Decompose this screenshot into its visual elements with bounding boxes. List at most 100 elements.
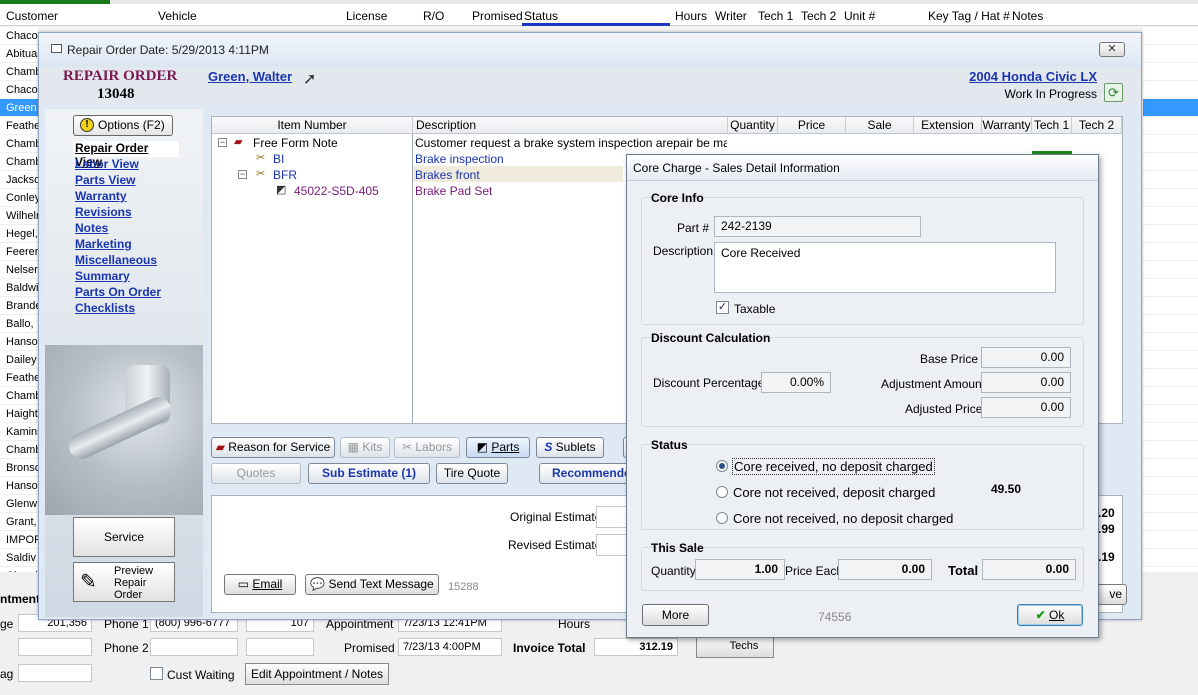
col-promised[interactable]: Promised bbox=[472, 9, 523, 23]
collapse-icon[interactable]: − bbox=[238, 170, 247, 179]
promised-field[interactable]: 7/23/13 4:00PM bbox=[398, 638, 502, 656]
customer-list-item[interactable]: Hanso bbox=[0, 477, 38, 495]
customer-list-item[interactable]: Chamb bbox=[0, 153, 38, 171]
customer-list-item[interactable]: Jackso bbox=[0, 171, 38, 189]
col-customer[interactable]: Customer bbox=[6, 9, 58, 23]
core-received-label[interactable]: Core received, no deposit charged bbox=[732, 458, 935, 475]
col-unit[interactable]: Unit # bbox=[844, 9, 875, 23]
service-intelligence-button[interactable]: Service Intelligence bbox=[73, 517, 175, 582]
gh-tech1[interactable]: Tech 1 bbox=[1032, 117, 1072, 134]
nav-warranty[interactable]: Warranty bbox=[75, 189, 179, 205]
send-text-button[interactable]: 💬 Send Text Message bbox=[305, 574, 439, 595]
customer-list-item[interactable]: Chaco bbox=[0, 81, 38, 99]
part-number-field[interactable]: 242-2139 bbox=[714, 216, 921, 237]
gh-item-number[interactable]: Item Number bbox=[212, 117, 413, 134]
customer-list-item[interactable]: Saldiv bbox=[0, 549, 38, 567]
col-ro[interactable]: R/O bbox=[423, 9, 444, 23]
reason-for-service-button[interactable]: ▰ Reason for Service bbox=[211, 437, 335, 458]
col-notes[interactable]: Notes bbox=[1012, 9, 1043, 23]
customer-list-item[interactable]: Baldwi bbox=[0, 279, 38, 297]
col-license[interactable]: License bbox=[346, 9, 387, 23]
customer-list-item[interactable]: Hanso bbox=[0, 333, 38, 351]
quantity-field[interactable]: 1.00 bbox=[695, 559, 785, 580]
customer-list-item[interactable]: Chamb bbox=[0, 135, 38, 153]
options-button[interactable]: ! Options (F2) bbox=[73, 115, 173, 136]
radio-core-received[interactable] bbox=[716, 460, 728, 472]
gh-quantity[interactable]: Quantity bbox=[728, 117, 778, 134]
col-keytag[interactable]: Key Tag / Hat # bbox=[928, 9, 1010, 23]
customer-list-item[interactable]: Haight bbox=[0, 405, 38, 423]
recommended-button[interactable]: Recommende bbox=[539, 463, 639, 484]
customer-list-item[interactable]: Conley bbox=[0, 189, 38, 207]
sublets-button[interactable]: S Sublets bbox=[536, 437, 604, 458]
nav-parts-on-order[interactable]: Parts On Order bbox=[75, 285, 179, 301]
customer-list-item[interactable]: Feerer bbox=[0, 243, 38, 261]
col-tech1[interactable]: Tech 1 bbox=[758, 9, 793, 23]
customer-list-item[interactable]: Brande bbox=[0, 297, 38, 315]
base-price-field[interactable]: 0.00 bbox=[981, 347, 1071, 368]
customer-list-item[interactable]: Feathe bbox=[0, 117, 38, 135]
core-not-received-no-deposit-label[interactable]: Core not received, no deposit charged bbox=[733, 511, 953, 526]
customer-list-item[interactable]: Chamb bbox=[0, 63, 38, 81]
nav-miscellaneous[interactable]: Miscellaneous bbox=[75, 253, 179, 269]
gh-price[interactable]: Price bbox=[778, 117, 846, 134]
taxable-checkbox[interactable]: ✓ bbox=[716, 301, 729, 314]
customer-list-item[interactable]: Grant, bbox=[0, 513, 38, 531]
row-description[interactable]: Customer request a brake system inspecti… bbox=[415, 135, 727, 151]
customer-list-item[interactable]: Chamb bbox=[0, 387, 38, 405]
kits-button[interactable]: ▦ Kits bbox=[340, 437, 390, 458]
radio-core-not-received-no-deposit[interactable] bbox=[716, 512, 728, 524]
customer-list-item[interactable]: Kamins bbox=[0, 423, 38, 441]
description-field[interactable]: Core Received bbox=[714, 242, 1056, 293]
phone2-field[interactable] bbox=[150, 638, 238, 656]
customer-list-item[interactable]: Feathe bbox=[0, 369, 38, 387]
customer-list-item[interactable]: Hegel, bbox=[0, 225, 38, 243]
gh-warranty[interactable]: Warranty bbox=[982, 117, 1032, 134]
customer-list-item[interactable]: Chaco bbox=[0, 27, 38, 45]
nav-summary[interactable]: Summary bbox=[75, 269, 179, 285]
sub-estimate-button[interactable]: Sub Estimate (1) bbox=[308, 463, 430, 484]
adjustment-amount-field[interactable]: 0.00 bbox=[981, 372, 1071, 393]
labors-button[interactable]: ✂ Labors bbox=[394, 437, 460, 458]
row-item[interactable]: BI bbox=[273, 151, 284, 167]
radio-core-not-received-deposit[interactable] bbox=[716, 486, 728, 498]
nav-checklists[interactable]: Checklists bbox=[75, 301, 179, 317]
row-item[interactable]: Free Form Note bbox=[253, 135, 338, 151]
row-description[interactable]: Brakes front bbox=[415, 167, 480, 183]
col-tech2[interactable]: Tech 2 bbox=[801, 9, 836, 23]
quotes-button[interactable]: Quotes bbox=[211, 463, 301, 484]
row-description[interactable]: Brake Pad Set bbox=[415, 183, 492, 199]
row-item[interactable]: BFR bbox=[273, 167, 297, 183]
customer-list-item[interactable]: IMPOR bbox=[0, 531, 38, 549]
customer-list-item[interactable]: Glenw bbox=[0, 495, 38, 513]
row-description[interactable]: Brake inspection bbox=[415, 151, 504, 167]
customer-list-item[interactable]: Bronsc bbox=[0, 459, 38, 477]
nav-repair-order-view[interactable]: Repair Order View bbox=[73, 141, 179, 169]
customer-list-item[interactable]: Wilhelr bbox=[0, 207, 38, 225]
save-button[interactable]: ve bbox=[1095, 584, 1127, 605]
gh-sale[interactable]: Sale bbox=[846, 117, 914, 134]
customer-list-item[interactable]: Ballo, bbox=[0, 315, 38, 333]
ok-button[interactable]: ✔ Ok bbox=[1017, 604, 1083, 626]
nav-parts-view[interactable]: Parts View bbox=[75, 173, 179, 189]
background-customer-list[interactable]: Chaco Abitua Chamb Chaco Green Feathe Chamb Cha… bbox=[0, 27, 38, 585]
cust-waiting-checkbox[interactable] bbox=[150, 667, 163, 680]
customer-list-item[interactable]: Abitua bbox=[0, 45, 38, 63]
blank-field-1[interactable] bbox=[18, 638, 92, 656]
blank-field-3[interactable] bbox=[18, 664, 92, 682]
nav-revisions[interactable]: Revisions bbox=[75, 205, 179, 221]
nav-labor-view[interactable]: Labor View bbox=[75, 157, 179, 173]
col-hours[interactable]: Hours bbox=[675, 9, 707, 23]
collapse-icon[interactable]: − bbox=[218, 138, 227, 147]
more-button[interactable]: More bbox=[642, 604, 709, 626]
discount-percentage-field[interactable]: 0.00% bbox=[761, 372, 831, 393]
gh-tech2[interactable]: Tech 2 bbox=[1072, 117, 1122, 134]
customer-list-item[interactable]: Green bbox=[0, 99, 38, 117]
customer-list-item[interactable]: Chamb bbox=[0, 441, 38, 459]
email-button[interactable]: ▭ Email bbox=[224, 574, 296, 595]
vehicle-link[interactable]: 2004 Honda Civic LX bbox=[969, 69, 1097, 84]
customer-list-item[interactable]: Nelser bbox=[0, 261, 38, 279]
parts-button[interactable]: ◩ Parts bbox=[466, 437, 530, 458]
gh-description[interactable]: Description bbox=[413, 117, 728, 134]
preview-repair-order-button[interactable]: ✎ Preview Repair Order bbox=[73, 562, 175, 602]
